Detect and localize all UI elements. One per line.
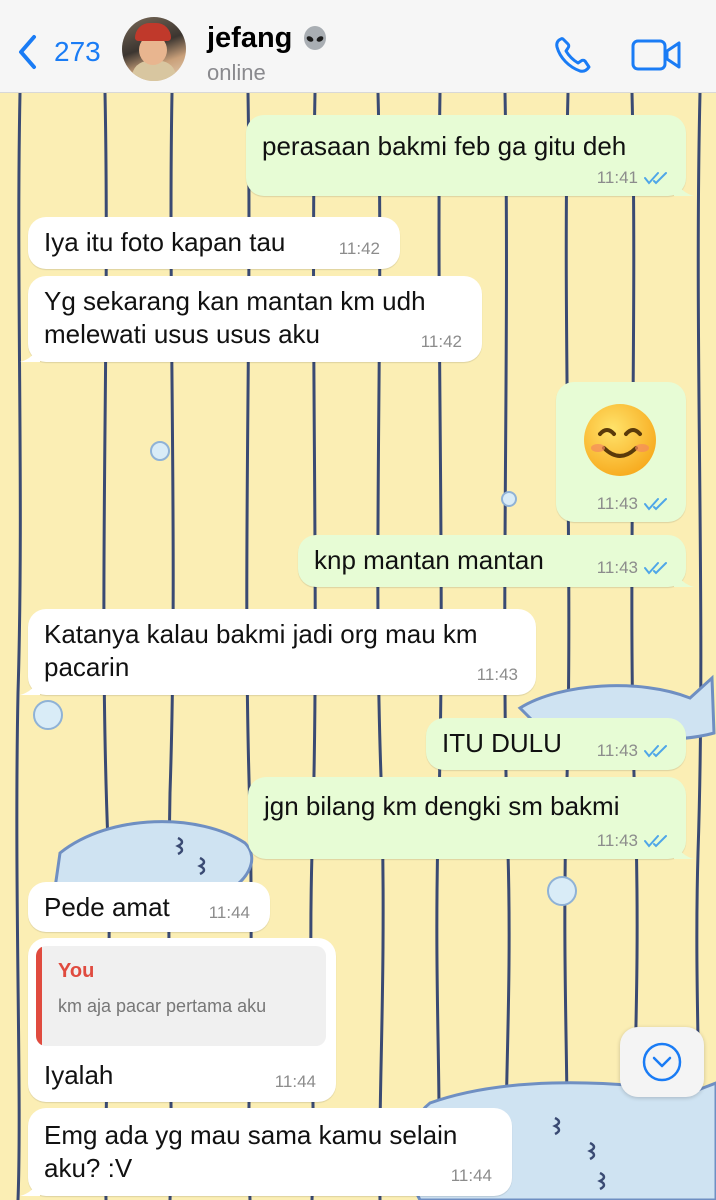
message-time: 11:42 [338,239,380,258]
back-button[interactable]: 273 [14,30,101,74]
message-time-row: 11:42 [421,332,462,352]
message-text: Pede amat [44,892,170,922]
message-time: 11:44 [274,1072,316,1091]
message-time: 11:43 [596,558,638,577]
bubble-tail [20,677,40,695]
contact-name-row[interactable]: jefang [207,22,328,55]
bubble-tail [674,178,694,196]
contact-status: online [207,60,266,85]
message-time-row: 11:43 [597,494,670,514]
chat-area[interactable]: perasaan bakmi feb ga gitu deh 11:41 Iya… [0,93,716,1200]
chevron-down-icon [642,1042,682,1082]
message-text: ITU DULU [442,728,562,758]
message-time-row: 11:43 [477,665,518,685]
read-ticks-icon [644,835,667,848]
read-ticks-icon [644,562,667,575]
chat-header: 273 jefang online [0,0,716,93]
bubble-tail [20,1178,40,1196]
message-time: 11:43 [476,665,518,684]
chevron-left-icon [19,35,36,69]
message-time: 11:44 [208,903,250,922]
message-time-row: 11:41 [597,168,670,188]
message-time: 11:42 [420,332,462,351]
quote-text: km aja pacar pertama aku [58,996,267,1016]
quote-accent-bar [36,946,42,1046]
message-outgoing[interactable]: jgn bilang km dengki sm bakmi 11:43 [248,777,694,859]
message-time-row: 11:44 [451,1166,492,1186]
message-incoming[interactable]: Iya itu foto kapan tau 11:42 [28,217,400,269]
message-text: Iya itu foto kapan tau [44,227,286,257]
avatar[interactable] [122,17,186,81]
message-time-row: 11:44 [209,903,250,923]
message-time-row: 11:42 [339,239,380,259]
message-text-line-2: pacarin [44,652,130,682]
message-time-row: 11:43 [597,558,670,578]
message-time: 11:44 [450,1166,492,1185]
quote-author: You [58,960,95,982]
message-time: 11:41 [596,168,638,187]
bubble-tail [20,344,40,362]
message-incoming[interactable]: Pede amat 11:44 [28,882,270,932]
contact-name: jefang [207,22,293,54]
message-text: perasaan bakmi feb ga gitu deh [262,131,627,161]
message-time: 11:43 [596,494,638,513]
message-incoming[interactable]: Emg ada yg mau sama kamu selain aku? :V … [20,1108,512,1196]
phone-icon[interactable] [552,34,594,76]
message-text: Iyalah [44,1060,114,1090]
message-time-row: 11:43 [597,741,670,761]
read-ticks-icon [644,498,667,511]
scroll-to-bottom-button[interactable] [620,1027,704,1097]
bubble-tail [674,841,694,859]
message-time: 11:43 [596,831,638,850]
unread-count: 273 [54,36,101,67]
read-ticks-icon [644,172,667,185]
smiling-face-emoji [584,404,656,476]
message-time-row: 11:44 [275,1072,316,1092]
message-incoming[interactable]: Yg sekarang kan mantan km udh melewati u… [20,276,482,362]
message-outgoing[interactable]: knp mantan mantan 11:43 [298,535,694,587]
message-outgoing[interactable]: perasaan bakmi feb ga gitu deh 11:41 [246,115,694,196]
video-camera-icon[interactable] [630,38,682,72]
message-text-line-1: Yg sekarang kan mantan km udh [44,286,426,316]
message-text: knp mantan mantan [314,545,544,575]
message-outgoing[interactable]: ITU DULU 11:43 [426,718,686,770]
message-incoming-reply[interactable]: You km aja pacar pertama aku Iyalah 11:4… [28,938,336,1102]
quoted-message[interactable]: You km aja pacar pertama aku [36,946,326,1046]
message-text-line-1: Katanya kalau bakmi jadi org mau km [44,619,478,649]
read-ticks-icon [644,745,667,758]
message-text: jgn bilang km dengki sm bakmi [264,791,620,821]
message-text-line-1: Emg ada yg mau sama kamu selain [44,1120,458,1150]
message-time-row: 11:43 [597,831,670,851]
message-incoming[interactable]: Katanya kalau bakmi jadi org mau km paca… [20,609,536,695]
alien-emoji-icon [304,25,327,50]
message-text-line-2: melewati usus usus aku [44,319,321,349]
message-text-line-2: aku? :V [44,1153,133,1183]
message-time: 11:43 [596,741,638,760]
message-outgoing[interactable]: 11:43 [556,382,686,522]
bubble-tail [674,569,694,587]
